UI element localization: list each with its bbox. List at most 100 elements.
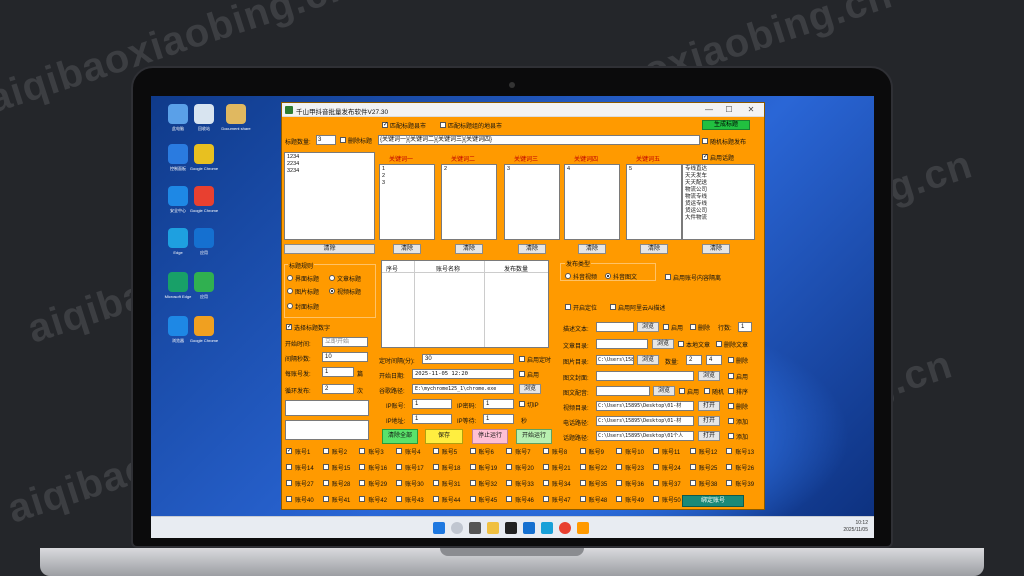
account-checkbox[interactable]	[322, 464, 329, 470]
account-checkbox[interactable]	[653, 448, 659, 454]
phone-path-input[interactable]: C:\Users\15895\Desktop\01-材	[596, 416, 694, 426]
count-input-a[interactable]: 2	[686, 355, 702, 365]
bind-account-button[interactable]: 绑定账号	[682, 495, 744, 507]
video-open-button[interactable]: 打开	[698, 401, 720, 411]
account-checkbox[interactable]	[579, 496, 586, 502]
account-checkbox[interactable]	[579, 464, 586, 470]
switch-ip-checkbox[interactable]	[519, 401, 525, 407]
keyword-list[interactable]: 1 2 3	[379, 164, 435, 240]
folder-icon[interactable]	[487, 522, 499, 534]
account-checkbox[interactable]	[469, 480, 476, 486]
account-checkbox[interactable]	[616, 464, 623, 470]
app-icon[interactable]	[523, 522, 535, 534]
delete-title-checkbox[interactable]	[340, 137, 346, 143]
start-date-input[interactable]: 2025-11-05 12:20	[412, 369, 514, 379]
account-checkbox[interactable]	[322, 480, 329, 486]
title-list[interactable]: 1234 2234 3234	[284, 152, 375, 240]
account-checkbox[interactable]	[579, 448, 586, 454]
topic-path-input[interactable]: C:\Users\15895\Desktop\01个人	[596, 431, 694, 441]
account-checkbox[interactable]	[396, 464, 403, 470]
stop-button[interactable]: 停止运行	[472, 429, 508, 444]
topic-add-checkbox[interactable]	[728, 433, 734, 439]
per-account-input[interactable]: 1	[322, 367, 354, 377]
account-checkbox[interactable]	[506, 464, 513, 470]
account-checkbox[interactable]	[542, 464, 549, 470]
title-rule-radio[interactable]	[329, 275, 335, 281]
ip-account-input[interactable]: 1	[412, 399, 452, 409]
ip-address-input[interactable]: 1	[412, 414, 452, 424]
blank-input-a[interactable]	[285, 400, 369, 416]
clear-topic-button[interactable]: 清除	[702, 244, 730, 254]
clear-keyword-button[interactable]: 清除	[640, 244, 668, 254]
start-button[interactable]: 开始运行	[516, 429, 552, 444]
image-cover-input[interactable]	[596, 371, 694, 381]
account-checkbox[interactable]	[469, 464, 476, 470]
desktop-icon[interactable]: Google Chrome	[181, 316, 227, 343]
desktop-icon[interactable]: Google Chrome	[181, 144, 227, 171]
keyword-list[interactable]: 5	[626, 164, 682, 240]
keyword-template-input[interactable]: {关键词一}{关键词二}{关键词三}{关键词四}	[378, 135, 700, 145]
account-checkbox[interactable]	[396, 496, 403, 502]
chrome-path-input[interactable]: E:\mychrome125_1\chrome.exe	[412, 384, 514, 394]
account-checkbox[interactable]	[542, 496, 549, 502]
account-checkbox[interactable]	[689, 464, 696, 470]
loop-input[interactable]: 2	[322, 384, 354, 394]
interval-input[interactable]: 10	[322, 352, 368, 362]
account-checkbox[interactable]	[286, 447, 292, 454]
music-enable-checkbox[interactable]	[679, 388, 685, 394]
app-icon[interactable]	[505, 522, 517, 534]
keyword-list[interactable]: 2	[441, 164, 497, 240]
clear-keyword-button[interactable]: 清除	[518, 244, 546, 254]
account-checkbox[interactable]	[506, 480, 513, 486]
keyword-list[interactable]: 4	[564, 164, 620, 240]
phone-open-button[interactable]: 打开	[698, 416, 720, 426]
title-rule-radio[interactable]	[329, 288, 335, 294]
desktop-icon[interactable]: 应用	[181, 228, 227, 255]
music-sort-checkbox[interactable]	[728, 388, 734, 394]
video-delete-checkbox[interactable]	[728, 403, 734, 409]
ip-password-input[interactable]: 1	[483, 399, 514, 409]
publish-type-douyin-video[interactable]	[565, 273, 571, 279]
start-icon[interactable]	[433, 522, 445, 534]
search-icon[interactable]	[451, 522, 463, 534]
account-checkbox[interactable]	[432, 496, 439, 502]
account-checkbox[interactable]	[542, 448, 549, 454]
topic-list[interactable]: 专线直达 天天发车 天天配送 物流公司 物流专线 货运专线 货运公司 大件物流	[682, 164, 755, 240]
account-checkbox[interactable]	[653, 496, 659, 502]
taskbar-clock[interactable]: 10:12 2025/11/05	[843, 520, 868, 534]
clear-all-button[interactable]: 清除全部	[382, 429, 418, 444]
account-checkbox[interactable]	[432, 464, 439, 470]
account-checkbox[interactable]	[469, 448, 476, 454]
start-date-enable-checkbox[interactable]	[519, 371, 525, 377]
app-icon[interactable]	[577, 522, 589, 534]
image-dir-input[interactable]: C:\Users\15895	[596, 355, 634, 365]
desktop-icon[interactable]: Document share	[213, 104, 259, 131]
account-checkbox[interactable]	[322, 448, 329, 454]
publish-type-douyin-image[interactable]	[605, 273, 611, 279]
account-checkbox[interactable]	[506, 496, 513, 502]
account-checkbox[interactable]	[359, 480, 366, 486]
ip-wait-input[interactable]: 1	[483, 414, 514, 424]
phone-add-checkbox[interactable]	[728, 418, 734, 424]
title-count-input[interactable]: 3	[316, 135, 336, 145]
match-title-checkbox[interactable]	[382, 121, 388, 128]
image-music-input[interactable]	[596, 386, 650, 396]
account-checkbox[interactable]	[506, 448, 513, 454]
desktop-icon[interactable]: 应用	[181, 272, 227, 299]
account-checkbox[interactable]	[579, 480, 586, 486]
desktop-icon[interactable]: Google Chrome	[181, 186, 227, 213]
account-checkbox[interactable]	[396, 480, 403, 486]
save-button[interactable]: 保存	[425, 429, 463, 444]
account-checkbox[interactable]	[653, 464, 659, 470]
account-checkbox[interactable]	[396, 448, 403, 454]
delete-article-checkbox[interactable]	[716, 341, 722, 347]
music-browse-button[interactable]: 浏览	[653, 386, 675, 396]
image-delete-checkbox[interactable]	[728, 357, 734, 363]
location-checkbox[interactable]	[565, 304, 571, 310]
account-checkbox[interactable]	[726, 480, 733, 486]
account-checkbox[interactable]	[616, 480, 623, 486]
cover-browse-button[interactable]: 浏览	[698, 371, 720, 381]
random-publish-checkbox[interactable]	[702, 138, 708, 144]
generate-title-button[interactable]: 生成标题	[702, 120, 750, 130]
minimize-button[interactable]: —	[702, 105, 716, 115]
